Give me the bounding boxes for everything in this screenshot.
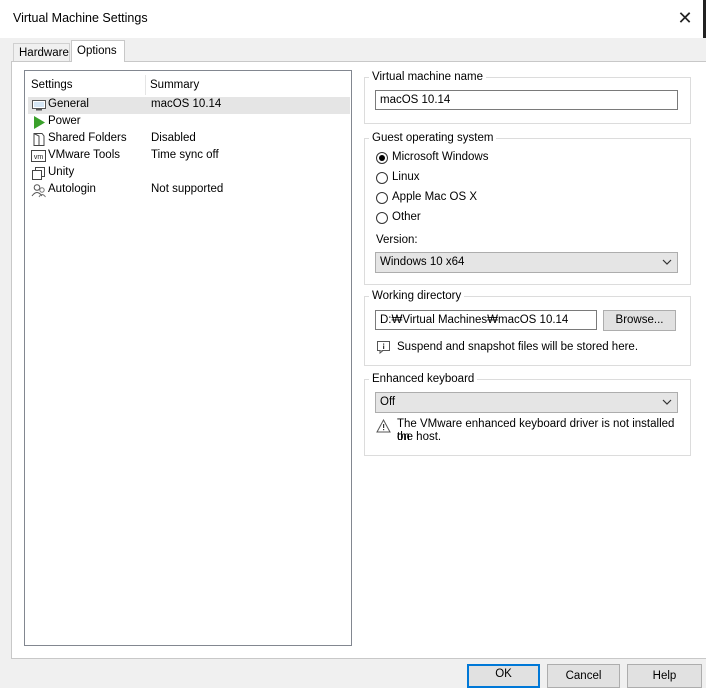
keyboard-warning-line2: the host.	[397, 431, 442, 443]
cancel-button[interactable]: Cancel	[547, 664, 620, 688]
group-title: Virtual machine name	[369, 71, 487, 83]
list-item-autologin[interactable]: Autologin Not supported	[28, 182, 350, 199]
list-item-general[interactable]: General macOS 10.14	[28, 97, 350, 114]
vm-icon: vm	[31, 149, 47, 164]
list-item-label: Shared Folders	[48, 132, 127, 144]
radio-button[interactable]	[376, 212, 388, 224]
list-item-summary: Not supported	[151, 183, 224, 195]
folder-icon	[31, 132, 47, 147]
list-item-summary: macOS 10.14	[151, 98, 222, 110]
vm-name-group: Virtual machine name macOS 10.14	[364, 71, 691, 124]
monitor-icon	[31, 98, 47, 113]
column-header-settings[interactable]: Settings	[31, 79, 73, 91]
working-directory-input[interactable]: D:₩Virtual Machines₩macOS 10.14	[375, 310, 597, 330]
list-item-label: VMware Tools	[48, 149, 121, 161]
list-header: Settings Summary	[25, 71, 351, 97]
radio-label: Linux	[392, 171, 420, 183]
radio-label: Other	[392, 211, 421, 223]
list-item-unity[interactable]: Unity	[28, 165, 350, 182]
users-icon	[31, 183, 47, 198]
settings-list[interactable]: Settings Summary General macOS 10.14 Pow…	[24, 70, 352, 646]
help-button[interactable]: Help	[627, 664, 702, 688]
version-label: Version:	[376, 234, 418, 246]
group-title: Enhanced keyboard	[369, 373, 478, 385]
play-icon	[31, 115, 47, 130]
close-icon[interactable]: ✕	[670, 5, 700, 31]
radio-button[interactable]	[376, 152, 388, 164]
unity-icon	[31, 166, 47, 181]
list-item-summary: Time sync off	[151, 149, 219, 161]
guest-os-group: Guest operating system Microsoft Windows…	[364, 132, 691, 285]
enhanced-keyboard-value: Off	[380, 396, 396, 408]
list-item-summary: Disabled	[151, 132, 196, 144]
window-title: Virtual Machine Settings	[13, 11, 148, 25]
chevron-down-icon	[661, 396, 673, 408]
version-value: Windows 10 x64	[380, 256, 465, 268]
radio-button[interactable]	[376, 192, 388, 204]
warning-icon	[376, 418, 392, 433]
chevron-down-icon	[661, 256, 673, 268]
vm-name-input[interactable]: macOS 10.14	[375, 90, 678, 110]
settings-dialog: Virtual Machine Settings ✕ Hardware Opti…	[0, 0, 706, 688]
tab-hardware[interactable]: Hardware	[13, 43, 70, 62]
working-directory-info: Suspend and snapshot files will be store…	[397, 341, 639, 353]
group-title: Guest operating system	[369, 132, 497, 144]
list-item-vmware-tools[interactable]: vm VMware Tools Time sync off	[28, 148, 350, 165]
enhanced-keyboard-select[interactable]: Off	[375, 392, 678, 413]
list-item-label: Unity	[48, 166, 75, 178]
browse-button[interactable]: Browse...	[603, 310, 676, 331]
list-item-power[interactable]: Power	[28, 114, 350, 131]
radio-label: Apple Mac OS X	[392, 191, 478, 203]
group-title: Working directory	[369, 290, 465, 302]
radio-label: Microsoft Windows	[392, 151, 489, 163]
tab-options[interactable]: Options	[71, 40, 125, 62]
title-bar: Virtual Machine Settings ✕	[0, 0, 706, 38]
radio-button[interactable]	[376, 172, 388, 184]
enhanced-keyboard-group: Enhanced keyboard Off The VMware enhance…	[364, 373, 691, 456]
working-directory-group: Working directory D:₩Virtual Machines₩ma…	[364, 290, 691, 366]
list-item-label: Power	[48, 115, 81, 127]
list-item-label: General	[48, 98, 89, 110]
column-divider	[145, 75, 146, 95]
list-item-label: Autologin	[48, 183, 96, 195]
ok-button[interactable]: OK	[467, 664, 540, 688]
column-header-summary[interactable]: Summary	[150, 79, 199, 91]
svg-text:vm: vm	[34, 154, 44, 161]
version-select[interactable]: Windows 10 x64	[375, 252, 678, 273]
info-icon	[376, 340, 392, 355]
list-item-shared-folders[interactable]: Shared Folders Disabled	[28, 131, 350, 148]
